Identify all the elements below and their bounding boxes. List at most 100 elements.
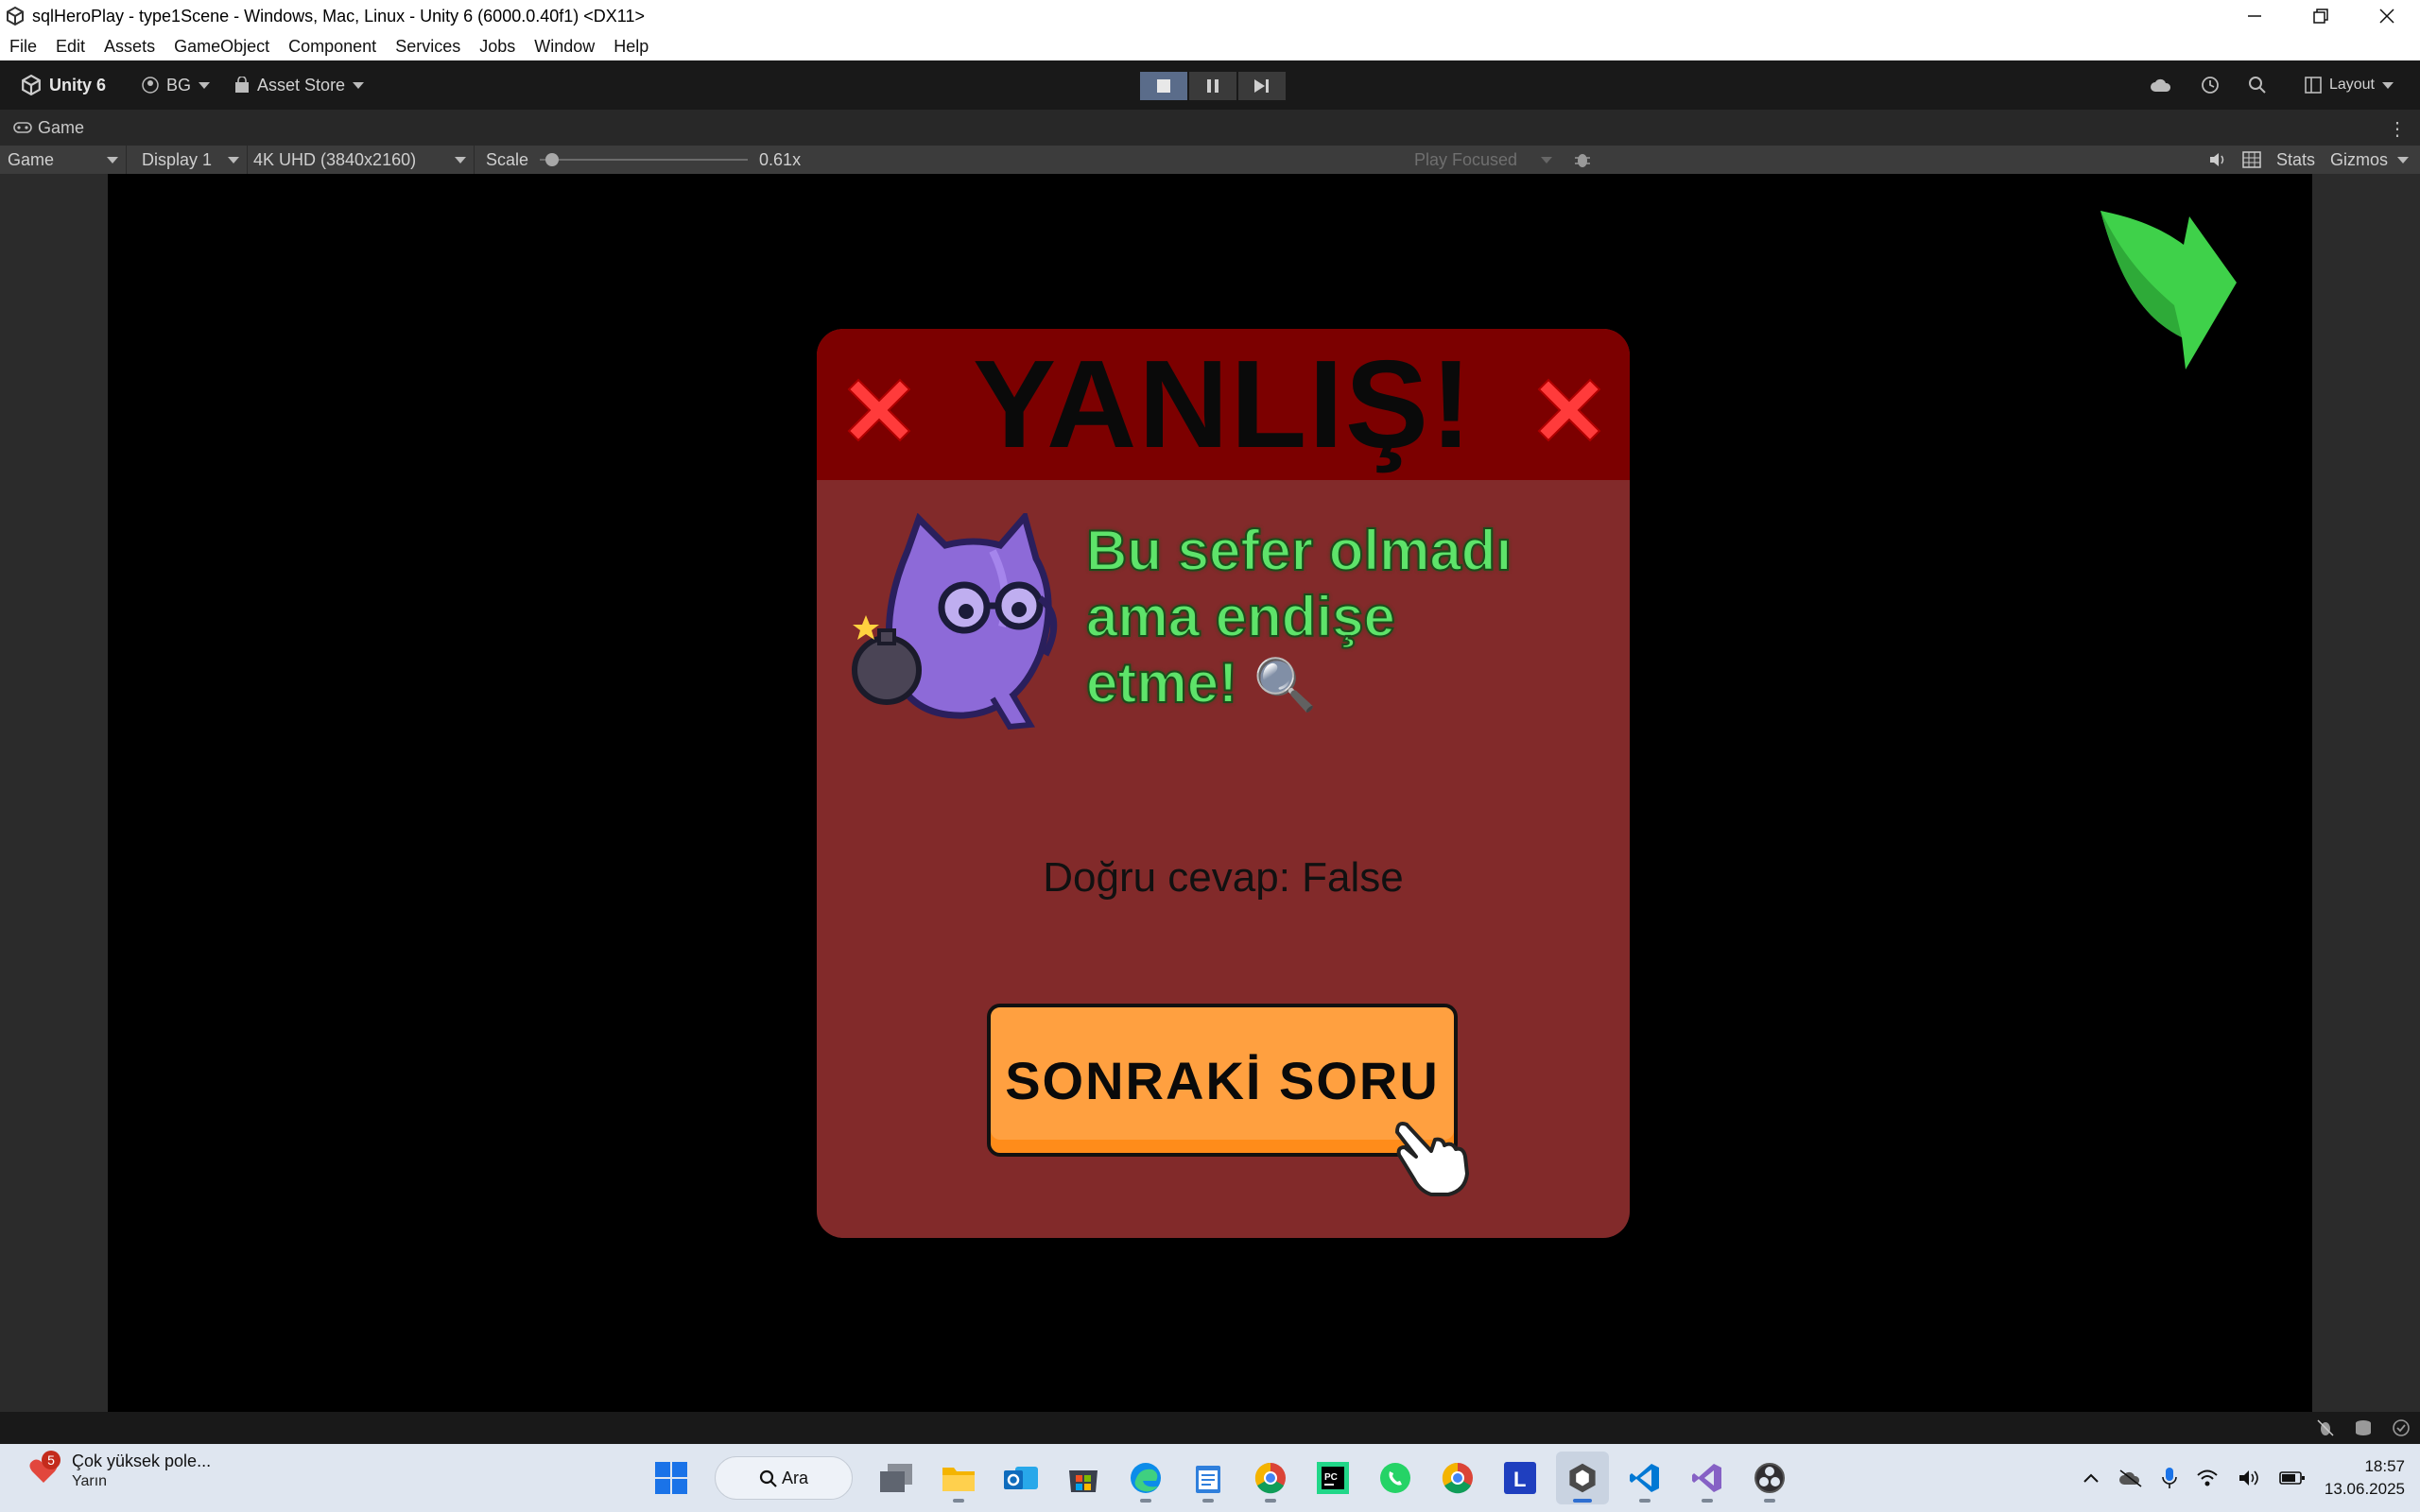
notification-count-badge: 5	[42, 1450, 60, 1469]
visual-studio-app[interactable]	[1681, 1452, 1734, 1504]
grid-icon[interactable]	[2242, 151, 2261, 168]
search-label: Ara	[782, 1468, 809, 1487]
cloud-icon[interactable]	[2150, 77, 2172, 93]
play-focused-label: Play Focused	[1414, 149, 1518, 169]
whatsapp-app[interactable]	[1369, 1452, 1422, 1504]
pointing-hand-icon	[1395, 1122, 1469, 1196]
popup-title: YANLIŞ!	[973, 335, 1474, 473]
account-dropdown[interactable]: BG	[132, 72, 219, 99]
start-button[interactable]	[645, 1452, 698, 1504]
scale-slider[interactable]	[540, 146, 749, 174]
outlook-icon	[1004, 1467, 1038, 1489]
wifi-icon[interactable]	[2196, 1469, 2219, 1487]
speaker-icon[interactable]	[2208, 151, 2227, 168]
weather-notification[interactable]: 5 Çok yüksek pole... Yarın	[28, 1450, 211, 1490]
unity-app[interactable]	[1556, 1452, 1609, 1504]
wrong-answer-popup: YANLIŞ! Bu sefer olmadı ama endişe etme!…	[817, 329, 1630, 1238]
folder-icon	[942, 1468, 975, 1491]
more-options-icon[interactable]: ⋮	[2388, 117, 2407, 141]
message-line: ama endişe	[1085, 584, 1396, 649]
search-icon[interactable]	[2248, 76, 2267, 94]
unity-icon	[1569, 1463, 1596, 1493]
menu-file[interactable]: File	[0, 37, 46, 57]
status-strip	[0, 1412, 2420, 1444]
stats-button[interactable]: Stats	[2276, 150, 2315, 170]
pycharm-icon: PC	[1317, 1462, 1349, 1494]
menu-jobs[interactable]: Jobs	[470, 37, 525, 57]
running-indicator	[1764, 1499, 1775, 1503]
restore-button[interactable]	[2288, 0, 2354, 32]
display-label: Display 1	[142, 149, 213, 169]
battery-icon[interactable]	[2279, 1470, 2306, 1486]
chevron-up-icon[interactable]	[2083, 1472, 2100, 1484]
gamepad-icon	[13, 122, 32, 133]
resolution-dropdown[interactable]: 4K UHD (3840x2160)	[248, 146, 475, 174]
shopping-bag-icon	[235, 77, 250, 93]
notepad-app[interactable]	[1182, 1452, 1235, 1504]
microsoft-store-app[interactable]	[1057, 1452, 1110, 1504]
menu-window[interactable]: Window	[525, 37, 604, 57]
microphone-icon[interactable]	[2162, 1467, 2177, 1489]
menu-edit[interactable]: Edit	[46, 37, 95, 57]
vscode-app[interactable]	[1618, 1452, 1671, 1504]
scale-slider-handle[interactable]	[545, 153, 560, 166]
cloud-off-icon[interactable]	[2118, 1469, 2143, 1487]
task-view-button[interactable]	[870, 1452, 923, 1504]
menu-gameobject[interactable]: GameObject	[164, 37, 279, 57]
display-dropdown[interactable]: Display 1	[127, 146, 248, 174]
vscode-icon	[1630, 1464, 1659, 1492]
game-viewport[interactable]: YANLIŞ! Bu sefer olmadı ama endişe etme!…	[108, 174, 2312, 1412]
toolbar-right: Layout	[2150, 60, 2403, 110]
step-icon	[1254, 79, 1269, 93]
next-question-button[interactable]: SONRAKİ SORU	[987, 1004, 1458, 1157]
next-question-label: SONRAKİ SORU	[1005, 1050, 1440, 1110]
volume-icon[interactable]	[2238, 1469, 2260, 1487]
chevron-down-icon	[228, 156, 239, 163]
running-indicator	[1639, 1499, 1651, 1503]
pycharm-app[interactable]: PC	[1306, 1452, 1359, 1504]
obs-app[interactable]	[1743, 1452, 1796, 1504]
search-icon	[759, 1469, 777, 1487]
taskbar-search[interactable]: Ara	[715, 1456, 853, 1500]
outlook-app[interactable]	[994, 1452, 1047, 1504]
gizmos-dropdown[interactable]: Gizmos	[2330, 150, 2409, 170]
unity-account-button[interactable]: Unity 6	[11, 71, 115, 99]
bug-icon[interactable]	[1573, 150, 1592, 169]
menu-bar: File Edit Assets GameObject Component Se…	[0, 32, 2420, 60]
menu-component[interactable]: Component	[279, 37, 386, 57]
restore-icon	[2313, 9, 2328, 24]
history-icon[interactable]	[2201, 76, 2220, 94]
account-icon	[142, 77, 159, 94]
menu-services[interactable]: Services	[386, 37, 470, 57]
play-stop-button[interactable]	[1140, 72, 1187, 100]
close-button[interactable]	[2354, 0, 2420, 32]
running-indicator	[1573, 1499, 1592, 1503]
layout-dropdown[interactable]: Layout	[2295, 73, 2403, 97]
asset-store-dropdown[interactable]: Asset Store	[225, 72, 373, 99]
tab-game[interactable]: Game	[0, 118, 84, 138]
clock[interactable]: 18:57 13.06.2025	[2325, 1455, 2405, 1501]
window-title-bar: sqlHeroPlay - type1Scene - Windows, Mac,…	[0, 0, 2420, 32]
bug-off-icon[interactable]	[2316, 1418, 2335, 1437]
menu-help[interactable]: Help	[604, 37, 658, 57]
check-circle-icon[interactable]	[2392, 1418, 2411, 1437]
view-mode-dropdown[interactable]: Game	[0, 146, 127, 174]
chrome-canary-app[interactable]	[1244, 1452, 1297, 1504]
game-view-controls: Game Display 1 4K UHD (3840x2160) Scale …	[0, 146, 2420, 174]
chrome-app[interactable]	[1431, 1452, 1484, 1504]
layout-label: Layout	[2328, 77, 2375, 93]
tab-game-label: Game	[38, 117, 85, 137]
minimize-button[interactable]	[2221, 0, 2288, 32]
edge-app[interactable]	[1119, 1452, 1172, 1504]
file-explorer-app[interactable]	[932, 1452, 985, 1504]
pause-button[interactable]	[1189, 72, 1236, 100]
step-button[interactable]	[1238, 72, 1286, 100]
owl-mascot-with-bomb-icon	[852, 513, 1058, 730]
notification-subtitle: Yarın	[72, 1473, 108, 1489]
green-arrow-icon[interactable]	[2099, 207, 2250, 377]
menu-assets[interactable]: Assets	[95, 37, 164, 57]
l-app[interactable]: L	[1494, 1452, 1547, 1504]
svg-text:L: L	[1513, 1468, 1526, 1491]
database-icon[interactable]	[2354, 1418, 2373, 1437]
play-focused-dropdown[interactable]: Play Focused	[1407, 146, 1560, 174]
